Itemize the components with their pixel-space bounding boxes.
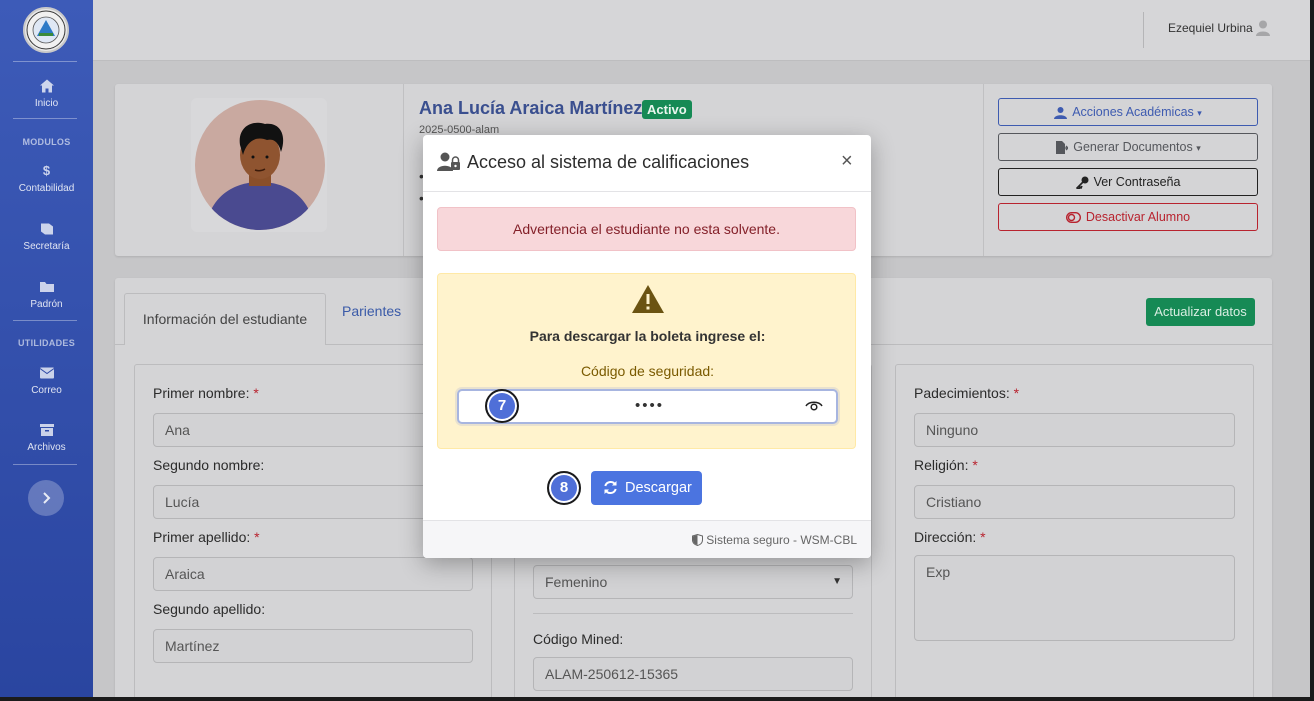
close-icon[interactable]: × [841,151,853,171]
insolvency-alert: Advertencia el estudiante no esta solven… [437,207,856,251]
dollar-icon: $ [42,163,51,178]
shield-icon [692,533,704,547]
avatar-frame [191,98,327,232]
user-name[interactable]: Ezequiel Urbina [1168,21,1253,35]
security-code-input[interactable]: •••• 7 [457,389,838,424]
secure-system-note: Sistema seguro - WSM-CBL [692,533,857,547]
user-graduate-icon [1054,107,1068,120]
caret-down-icon: ▾ [1197,108,1202,118]
download-label: Descargar [625,480,692,496]
conditions-field[interactable]: Ninguno [914,413,1235,447]
first-surname-field[interactable]: Araica [153,557,473,591]
update-data-button[interactable]: Actualizar datos [1146,298,1255,326]
field-divider [533,613,853,614]
status-badge: Activo [642,100,692,119]
navbar-divider [1143,12,1144,48]
envelope-icon [39,367,54,379]
religion-label: Religión: * [914,457,978,473]
conditions-label: Padecimientos: * [914,385,1020,401]
sidebar-item-label: Archivos [27,442,66,453]
sidebar-heading-modulos: MODULOS [22,137,71,147]
view-password-button[interactable]: Ver Contraseña [998,168,1258,196]
school-logo[interactable] [23,7,69,53]
file-export-icon [1056,141,1069,155]
deactivate-student-label: Desactivar Alumno [1085,210,1191,224]
key-icon [1075,176,1089,190]
sidebar-divider [13,61,77,62]
archive-icon [39,424,54,436]
sidebar-item-secretaria[interactable]: Secretaría [0,221,93,252]
first-surname-label: Primer apellido: * [153,529,260,545]
home-icon [39,79,54,93]
religion-field[interactable]: Cristiano [914,485,1235,519]
avatar [195,100,325,230]
sidebar-item-archivos[interactable]: Archivos [0,422,93,453]
sidebar-item-label: Correo [31,385,62,396]
sidebar-toggle-button[interactable] [28,480,64,516]
step-marker-7: 7 [485,389,519,423]
modal-title: Acceso al sistema de calificaciones [467,152,750,172]
academic-actions-button[interactable]: Acciones Académicas ▾ [998,98,1258,126]
modal-header: Acceso al sistema de calificaciones × [423,135,871,192]
address-label: Dirección: * [914,529,986,545]
mined-code-field[interactable]: ALAM-250612-15365 [533,657,853,691]
sidebar-divider [13,118,77,119]
eye-icon[interactable] [805,399,823,413]
address-textarea[interactable]: Exp [914,555,1235,641]
user-icon[interactable] [1256,20,1270,36]
sidebar-item-contabilidad[interactable]: $ Contabilidad [0,163,93,194]
caret-down-icon: ▾ [1196,143,1201,153]
download-instructions-box: Para descargar la boleta ingrese el: Cód… [437,273,856,449]
generate-documents-button[interactable]: Generar Documentos ▾ [998,133,1258,161]
sidebar-item-padron[interactable]: Padrón [0,279,93,310]
tab-parents[interactable]: Parientes [342,303,401,319]
warning-icon [632,285,664,313]
student-name: Ana Lucía Araica Martínez [419,98,643,118]
card-divider [983,84,984,256]
book-icon [40,223,53,235]
chevron-down-icon: ▼ [832,576,842,587]
toggle-off-icon [1065,212,1081,224]
sidebar-heading-utilidades: UTILIDADES [18,338,75,348]
step-marker-8: 8 [547,471,581,505]
sidebar-item-label: Padrón [30,299,63,310]
security-code-label: Código de seguridad: [580,363,715,379]
deactivate-student-button[interactable]: Desactivar Alumno [998,203,1258,231]
academic-actions-label: Acciones Académicas [1072,105,1194,119]
sidebar-item-label: Secretaría [23,241,70,252]
second-surname-label: Segundo apellido: [153,601,266,617]
generate-documents-label: Generar Documentos [1073,140,1193,154]
gender-value: Femenino [545,574,608,590]
folder-icon [39,282,54,292]
second-name-label: Segundo nombre: [153,457,265,473]
download-button[interactable]: Descargar [591,471,702,505]
sidebar-item-inicio[interactable]: Inicio [0,78,93,109]
sidebar: Inicio MODULOS $ Contabilidad Secretaría… [0,0,93,697]
view-password-label: Ver Contraseña [1093,175,1181,189]
grades-access-modal: Acceso al sistema de calificaciones × Ad… [423,135,871,558]
second-surname-field[interactable]: Martínez [153,629,473,663]
card-divider [403,84,404,256]
secure-system-text: Sistema seguro - WSM-CBL [706,533,857,547]
form-column-health: Padecimientos: * Ninguno Religión: * Cri… [895,364,1254,697]
gender-select[interactable]: Femenino ▼ [533,565,853,599]
page-edge [1310,0,1314,701]
sidebar-item-correo[interactable]: Correo [0,365,93,396]
tab-student-info[interactable]: Información del estudiante [124,293,326,345]
sidebar-divider [13,320,77,321]
modal-footer: Sistema seguro - WSM-CBL [423,520,871,558]
top-navbar: Ezequiel Urbina [93,0,1310,61]
sidebar-item-label: Contabilidad [18,183,75,194]
sidebar-divider [13,464,77,465]
user-lock-icon [437,152,460,171]
chevron-right-icon [43,492,51,504]
sync-icon [604,481,617,494]
sidebar-item-label: Inicio [34,98,59,109]
first-name-label: Primer nombre: * [153,385,259,401]
download-instruction-text: Para descargar la boleta ingrese el: [529,328,766,344]
mined-code-label: Código Mined: [533,631,624,647]
